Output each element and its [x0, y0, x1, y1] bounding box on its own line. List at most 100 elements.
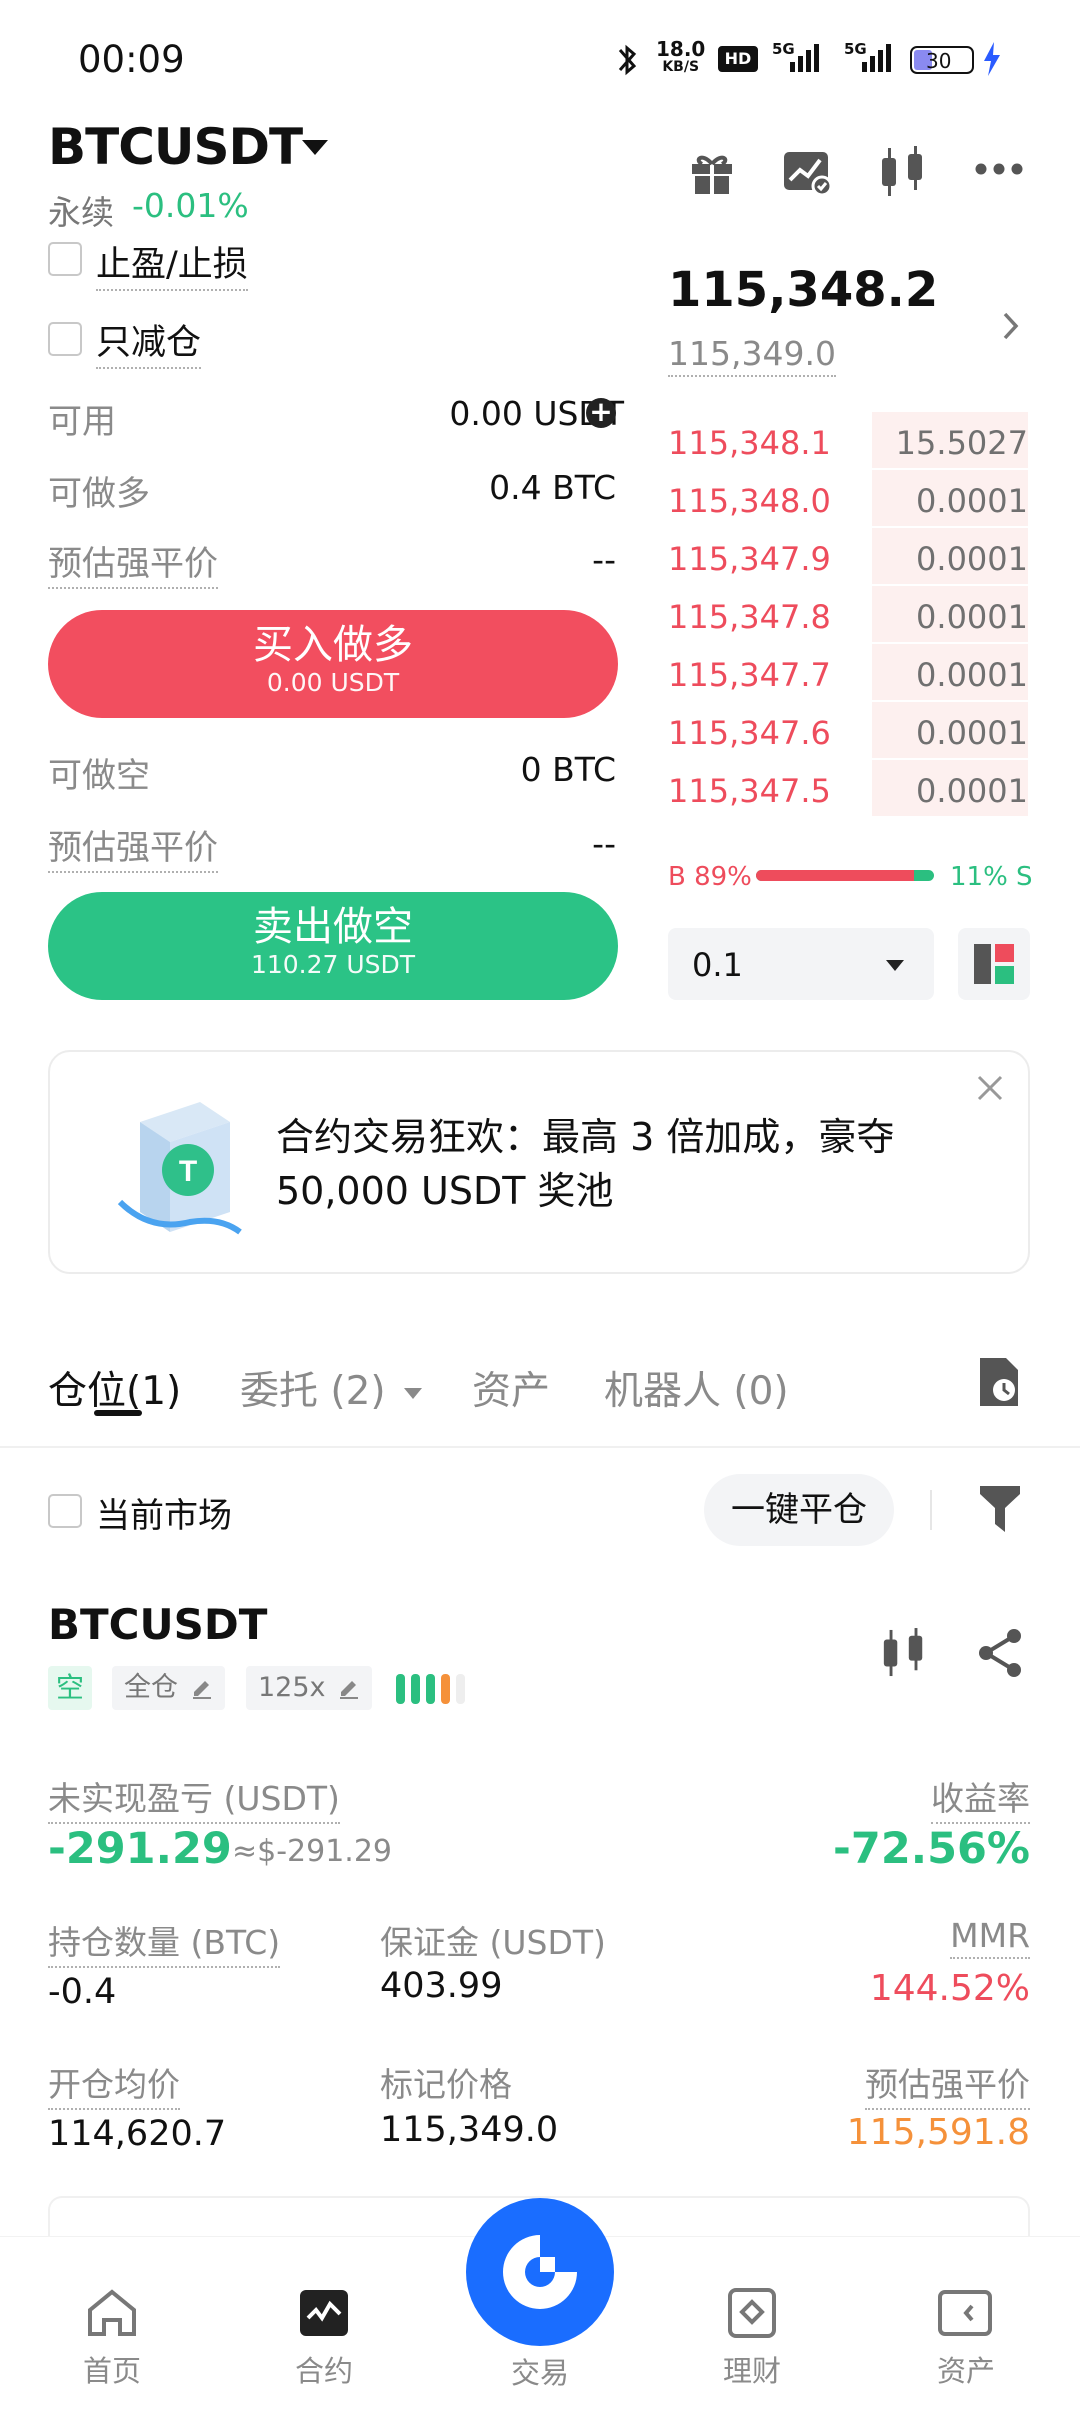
ask-price[interactable]: 115,347.9 — [668, 540, 831, 578]
tab-active-underline — [94, 1410, 142, 1416]
nav-futures-label: 合约 — [294, 2354, 353, 2388]
ask-qty: 0.0001 — [916, 482, 1028, 520]
buy-ratio-label: B 89% — [668, 862, 752, 892]
ask-price[interactable]: 115,347.8 — [668, 598, 831, 636]
mark-price[interactable]: 115,349.0 — [668, 334, 836, 377]
caret-down-icon — [404, 1388, 423, 1399]
filter-icon[interactable] — [978, 1484, 1022, 1538]
filter-divider — [930, 1490, 932, 1530]
wallet-icon — [938, 2290, 992, 2336]
reduce-only-label[interactable]: 只减仓 — [96, 314, 202, 369]
last-price: 115,348.2 — [668, 262, 939, 318]
history-icon[interactable] — [976, 1356, 1020, 1412]
liq-price-label-short[interactable]: 预估强平价 — [48, 820, 218, 873]
entry-price-value: 114,620.7 — [48, 2114, 227, 2154]
ask-price[interactable]: 115,348.1 — [668, 424, 831, 462]
ask-qty: 0.0001 — [916, 656, 1028, 694]
can-short-label: 可做空 — [48, 756, 150, 796]
perpetual-label: 永续 — [48, 193, 114, 232]
ask-qty: 0.0001 — [916, 598, 1028, 636]
ask-qty: 0.0001 — [916, 772, 1028, 810]
nav-assets[interactable]: 资产 — [886, 2288, 1046, 2390]
ask-price[interactable]: 115,348.0 — [668, 482, 831, 520]
buy-sell-ratio-bar — [756, 870, 934, 881]
liq-price-label-long[interactable]: 预估强平价 — [48, 536, 218, 589]
ask-depth-bars — [0, 0, 1080, 816]
tab-bots[interactable]: 机器人 (0) — [604, 1360, 789, 1416]
candlestick-icon[interactable] — [878, 146, 928, 198]
layout-toggle-icon[interactable] — [958, 928, 1030, 1000]
available-label: 可用 — [48, 402, 116, 442]
current-market-label[interactable]: 当前市场 — [96, 1488, 232, 1537]
gift-icon[interactable] — [688, 148, 736, 196]
can-long-label: 可做多 — [48, 474, 150, 514]
nav-earn[interactable]: 理财 — [672, 2288, 832, 2390]
can-short-value: 0 BTC — [520, 750, 616, 789]
precision-value: 0.1 — [692, 946, 743, 984]
nav-earn-label: 理财 — [722, 2354, 781, 2388]
chevron-right-icon[interactable] — [1000, 310, 1022, 346]
sell-short-label: 卖出做空 — [253, 904, 413, 950]
svg-text:T: T — [179, 1155, 197, 1188]
net-unit: KB/S — [662, 59, 700, 75]
can-long-value: 0.4 BTC — [489, 468, 616, 507]
buy-ratio-fill — [756, 870, 915, 881]
entry-price-label[interactable]: 开仓均价 — [48, 2058, 180, 2110]
promo-text: 合约交易狂欢：最高 3 倍加成，豪夺 50,000 USDT 奖池 — [276, 1115, 895, 1213]
mark-price-label: 标记价格 — [380, 2065, 512, 2104]
precision-select[interactable]: 0.1 — [668, 928, 934, 1000]
ask-qty: 15.5027 — [895, 424, 1028, 462]
nav-trade[interactable]: 交易 — [462, 2198, 618, 2392]
upnl-usd: ≈$-291.29 — [232, 1834, 393, 1869]
ask-price[interactable]: 115,347.7 — [668, 656, 831, 694]
ask-qty: 0.0001 — [916, 714, 1028, 752]
margin-mode-tag[interactable]: 全仓 — [112, 1666, 225, 1710]
bluetooth-icon — [618, 44, 637, 76]
ask-price[interactable]: 115,347.6 — [668, 714, 831, 752]
margin-label: 保证金 (USDT) — [380, 1923, 606, 1962]
nav-home[interactable]: 首页 — [32, 2288, 192, 2390]
tp-sl-label[interactable]: 止盈/止损 — [96, 236, 248, 291]
liq-price-label[interactable]: 预估强平价 — [865, 2058, 1030, 2110]
earn-icon — [728, 2288, 776, 2338]
upnl-value: -291.29 — [48, 1824, 232, 1874]
liq-price-value: 115,591.8 — [846, 2112, 1030, 2153]
tab-positions[interactable]: 仓位(1) — [48, 1360, 181, 1416]
tab-orders[interactable]: 委托 (2) — [240, 1360, 423, 1416]
side-tag: 空 — [48, 1666, 92, 1710]
price-change: -0.01% — [132, 186, 249, 225]
liq-price-value-short: -- — [592, 824, 616, 863]
reduce-only-checkbox[interactable] — [48, 322, 82, 356]
tab-assets[interactable]: 资产 — [472, 1360, 550, 1416]
ask-price[interactable]: 115,347.5 — [668, 772, 831, 810]
mmr-label[interactable]: MMR — [950, 1916, 1030, 1959]
share-icon[interactable] — [976, 1628, 1024, 1682]
caret-down-icon — [886, 960, 904, 971]
nav-trade-label: 交易 — [510, 2356, 569, 2390]
more-icon[interactable] — [974, 162, 1024, 176]
promo-banner[interactable]: T 合约交易狂欢：最高 3 倍加成，豪夺 50,000 USDT 奖池 — [48, 1050, 1030, 1274]
sell-short-button[interactable]: 卖出做空 110.27 USDT — [48, 892, 618, 1000]
buy-long-button[interactable]: 买入做多 0.00 USDT — [48, 610, 618, 718]
tp-sl-checkbox[interactable] — [48, 242, 82, 276]
position-chart-icon[interactable] — [880, 1628, 928, 1682]
close-icon[interactable] — [976, 1074, 1004, 1106]
upnl-label[interactable]: 未实现盈亏 (USDT) — [48, 1772, 340, 1824]
chart-icon[interactable] — [782, 148, 832, 196]
battery-icon: 30 — [910, 46, 974, 74]
roe-value: -72.56% — [833, 1824, 1030, 1874]
tabs-divider — [0, 1446, 1080, 1448]
caret-down-icon[interactable] — [302, 140, 328, 155]
position-symbol[interactable]: BTCUSDT — [48, 1600, 267, 1649]
hd-icon: HD — [718, 46, 758, 72]
size-label[interactable]: 持仓数量 (BTC) — [48, 1916, 281, 1968]
sell-short-amount: 110.27 USDT — [250, 950, 416, 979]
pair-selector[interactable]: BTCUSDT — [48, 118, 303, 176]
leverage-tag[interactable]: 125x — [246, 1666, 373, 1710]
roe-label[interactable]: 收益率 — [931, 1772, 1030, 1824]
add-funds-icon[interactable]: + — [586, 398, 616, 428]
nav-futures[interactable]: 合约 — [244, 2288, 404, 2390]
current-market-checkbox[interactable] — [48, 1494, 82, 1528]
close-all-button[interactable]: 一键平仓 — [704, 1474, 894, 1546]
futures-icon — [300, 2290, 348, 2336]
